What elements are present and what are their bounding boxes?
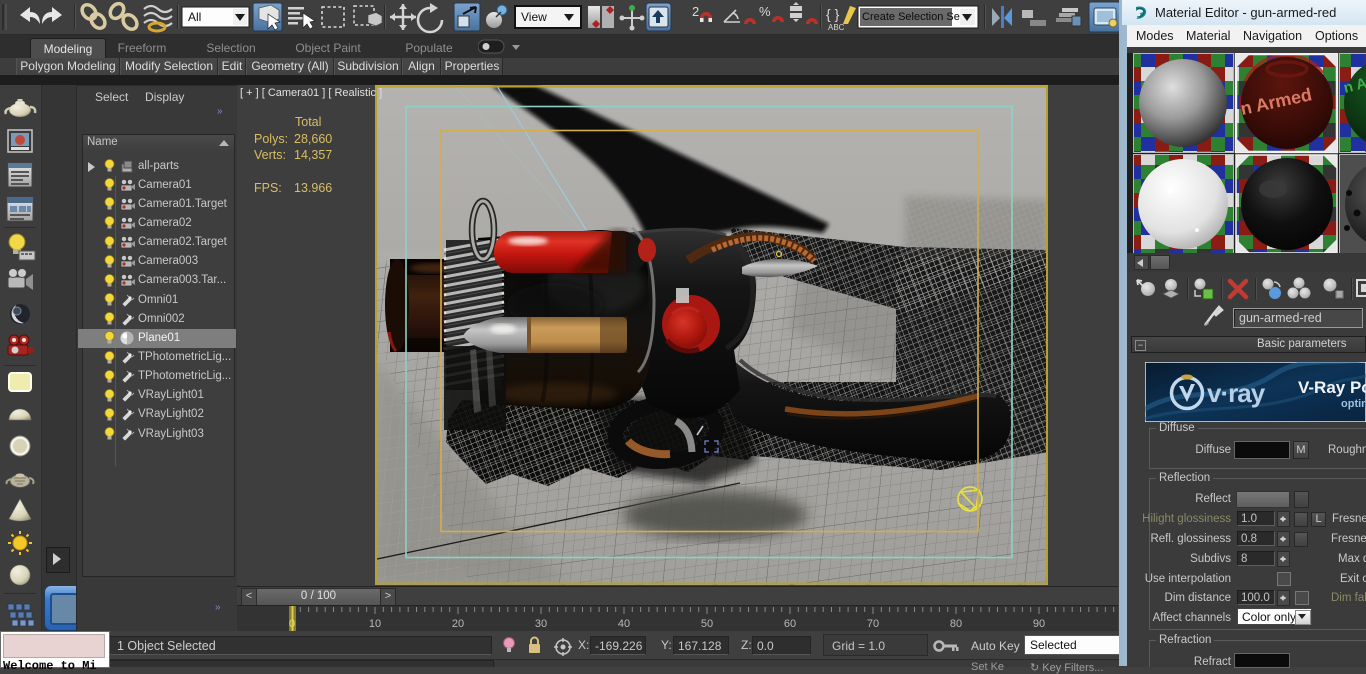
svg-text:70: 70 (867, 618, 879, 630)
svg-text:0: 0 (289, 618, 295, 630)
svg-text:All: All (188, 10, 201, 24)
svg-text:50: 50 (701, 618, 713, 630)
svg-text:10: 10 (369, 618, 381, 630)
svg-text:90: 90 (1033, 618, 1045, 630)
svg-text:40: 40 (618, 618, 630, 630)
svg-text:2: 2 (692, 4, 699, 19)
svg-text:Create Selection Se: Create Selection Se (862, 11, 960, 23)
svg-text:%: % (759, 4, 771, 19)
svg-text:80: 80 (950, 618, 962, 630)
svg-text:ABC: ABC (828, 23, 845, 32)
svg-text:60: 60 (784, 618, 796, 630)
svg-text:{ }: { } (826, 6, 840, 22)
svg-text:optin: optin (1341, 398, 1366, 410)
svg-text:20: 20 (452, 618, 464, 630)
svg-text:v·ray: v·ray (1207, 378, 1266, 408)
svg-text:30: 30 (535, 618, 547, 630)
svg-text:View: View (521, 10, 547, 24)
svg-text:V-Ray Pov: V-Ray Pov (1298, 378, 1366, 397)
